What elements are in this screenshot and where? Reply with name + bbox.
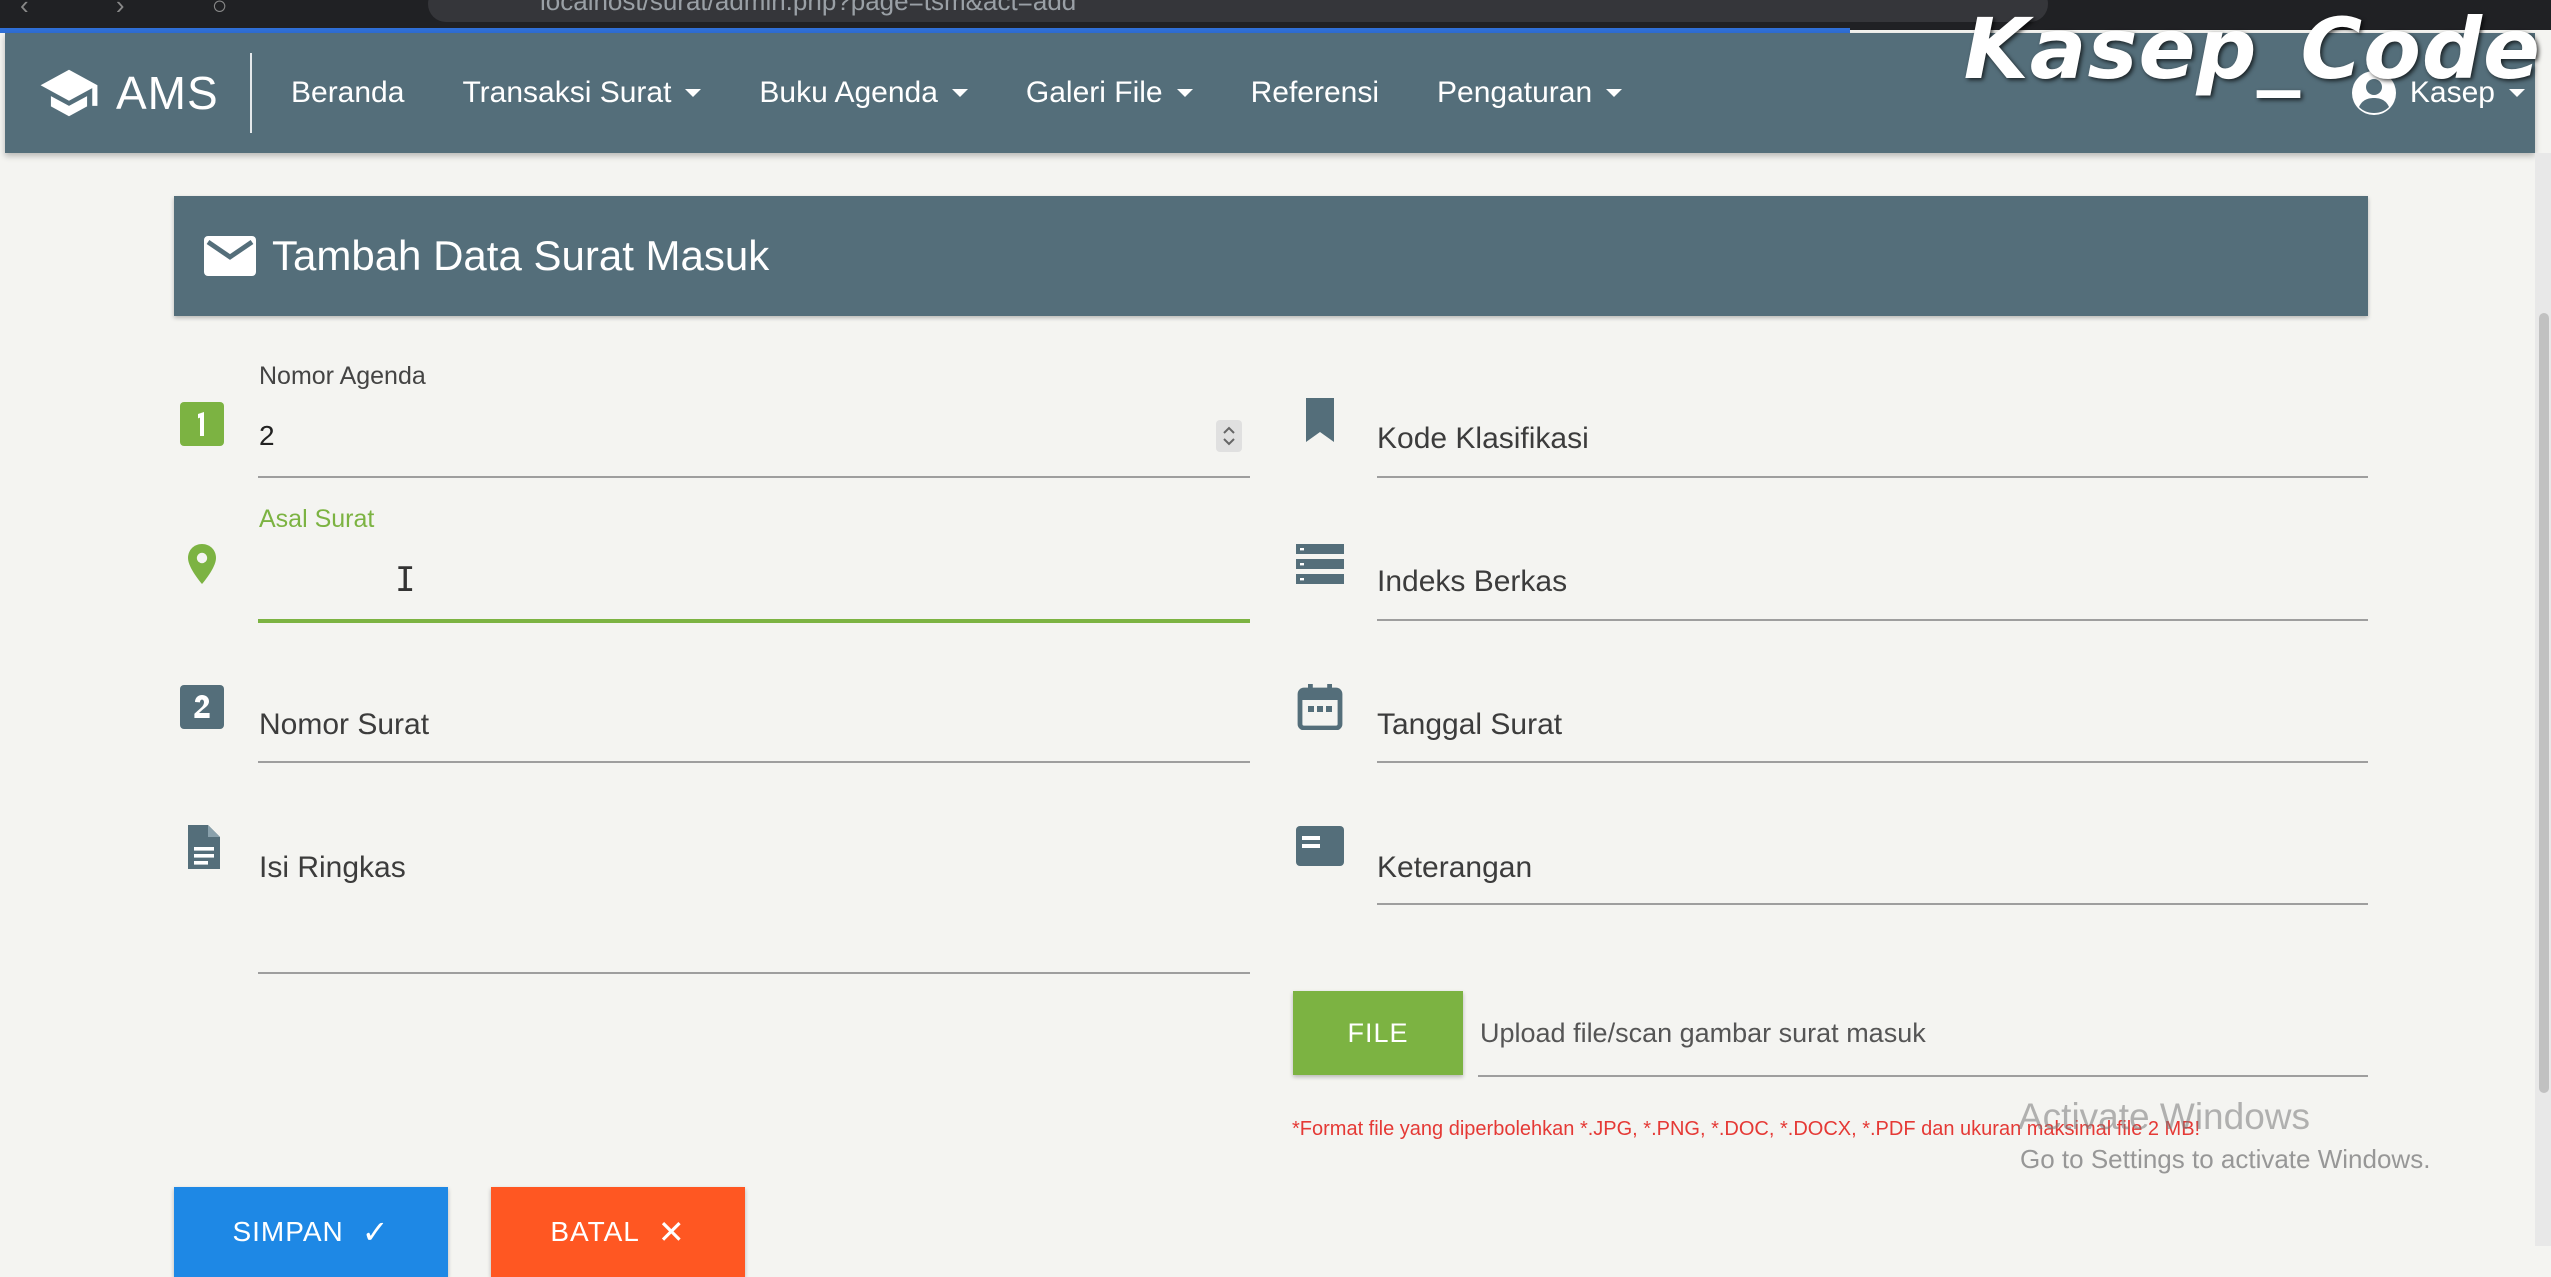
asal-surat-underline (258, 619, 1250, 623)
cancel-button[interactable]: BATAL ✕ (491, 1187, 745, 1277)
menu-pengaturan-label: Pengaturan (1437, 76, 1593, 109)
looks-one-icon (180, 402, 224, 446)
caret-down-icon (685, 89, 702, 97)
menu-referensi-label: Referensi (1250, 76, 1380, 109)
nomor-agenda-label: Nomor Agenda (259, 362, 426, 390)
nomor-agenda-underline (258, 476, 1250, 478)
kode-klasifikasi-underline (1377, 476, 2368, 478)
menu-beranda[interactable]: Beranda (291, 76, 404, 110)
description-icon (188, 825, 220, 869)
channel-watermark: Kasep_Code (1963, 0, 2541, 98)
looks-two-icon (180, 685, 224, 729)
asal-surat-label: Asal Surat (259, 505, 375, 533)
menu-referensi[interactable]: Referensi (1251, 76, 1379, 110)
date-range-icon (1297, 684, 1343, 730)
menu-transaksi-surat[interactable]: Transaksi Surat (462, 76, 702, 110)
place-icon (188, 544, 216, 584)
keterangan-input[interactable]: Keterangan (1377, 851, 1532, 885)
menu-beranda-label: Beranda (291, 76, 405, 109)
caret-down-icon (1606, 89, 1623, 97)
caret-down-icon (951, 89, 968, 97)
isi-ringkas-underline (258, 972, 1250, 974)
menu-pengaturan[interactable]: Pengaturan (1437, 76, 1623, 110)
tanggal-surat-underline (1377, 761, 2368, 763)
menu-buku-agenda[interactable]: Buku Agenda (759, 76, 968, 110)
file-path-input[interactable]: Upload file/scan gambar surat masuk (1480, 1018, 1926, 1049)
nomor-agenda-input[interactable]: 2 (259, 420, 275, 452)
storage-icon (1296, 544, 1344, 584)
bookmark-icon (1306, 398, 1334, 442)
card-header: Tambah Data Surat Masuk (174, 196, 2368, 316)
save-button-label: SIMPAN (232, 1216, 344, 1247)
menu-transaksi-surat-label: Transaksi Surat (462, 76, 672, 109)
menu-buku-agenda-label: Buku Agenda (759, 76, 938, 109)
address-bar-url[interactable]: localhost/surat/admin.php?page=tsm&act=a… (540, 0, 1076, 17)
cancel-button-label: BATAL (550, 1216, 640, 1247)
main-menu: Beranda Transaksi Surat Buku Agenda Gale… (291, 33, 1680, 153)
browser-nav-icons[interactable]: ‹ › ○ (20, 0, 267, 18)
menu-galeri-file[interactable]: Galeri File (1026, 76, 1193, 110)
brand-name: AMS (116, 67, 219, 119)
number-spinner-icon[interactable] (1216, 420, 1242, 452)
indeks-berkas-input[interactable]: Indeks Berkas (1377, 565, 1567, 599)
text-cursor: I (395, 560, 416, 600)
check-icon: ✓ (361, 1214, 390, 1250)
page-title: Tambah Data Surat Masuk (272, 232, 770, 279)
featured-play-list-icon (1296, 826, 1344, 866)
activate-windows-subtitle: Go to Settings to activate Windows. (2020, 1144, 2431, 1174)
mail-icon (204, 236, 256, 276)
brand-divider (250, 53, 252, 133)
indeks-berkas-underline (1377, 619, 2368, 621)
brand-logo[interactable]: AMS (38, 61, 219, 125)
activate-windows-title: Activate Windows (2018, 1096, 2310, 1137)
caret-down-icon (1176, 89, 1193, 97)
close-icon: ✕ (657, 1214, 686, 1250)
file-upload-button[interactable]: FILE (1293, 991, 1463, 1075)
file-path-underline (1478, 1075, 2368, 1077)
nomor-surat-underline (258, 761, 1250, 763)
keterangan-underline (1377, 903, 2368, 905)
tanggal-surat-input[interactable]: Tanggal Surat (1377, 708, 1562, 742)
page-scrollbar[interactable] (2535, 153, 2551, 1246)
save-button[interactable]: SIMPAN ✓ (174, 1187, 448, 1277)
menu-galeri-file-label: Galeri File (1025, 76, 1163, 109)
isi-ringkas-input[interactable]: Isi Ringkas (259, 851, 406, 885)
kode-klasifikasi-input[interactable]: Kode Klasifikasi (1377, 422, 1589, 456)
scrollbar-thumb[interactable] (2539, 313, 2549, 1093)
graduation-cap-icon (40, 69, 98, 117)
nomor-surat-input[interactable]: Nomor Surat (259, 708, 429, 742)
